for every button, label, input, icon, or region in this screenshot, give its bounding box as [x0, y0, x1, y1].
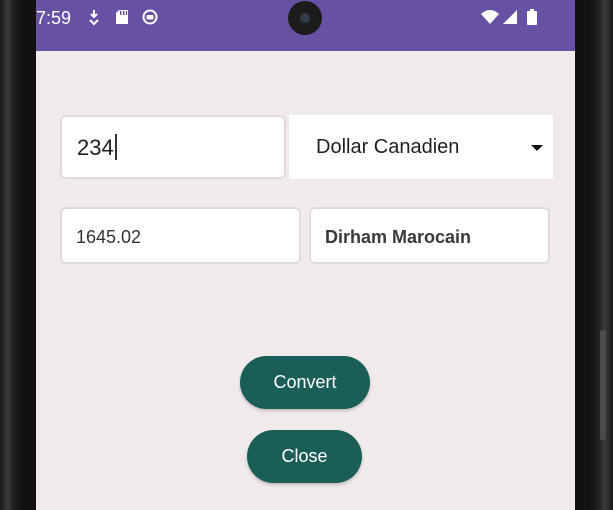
- battery-icon: [527, 9, 537, 25]
- amount-input[interactable]: 234: [60, 115, 286, 179]
- amount-input-value: 234: [77, 134, 117, 162]
- result-value: 1645.02: [76, 227, 142, 247]
- status-time: 7:59: [36, 8, 72, 28]
- status-bar: 7:59: [36, 0, 575, 51]
- app-screen: 7:59 234 Dollar Canadien 1645.02 Dirham …: [36, 0, 575, 510]
- phone-side-button: [600, 330, 606, 440]
- front-camera: [288, 1, 322, 35]
- text-cursor: [114, 134, 117, 160]
- download-icon: [89, 10, 99, 26]
- wifi-icon: [481, 10, 499, 24]
- source-currency-selected: Dollar Canadien: [316, 136, 460, 158]
- result-field[interactable]: 1645.02: [60, 207, 301, 264]
- source-currency-dropdown[interactable]: Dollar Canadien: [289, 115, 553, 179]
- convert-button[interactable]: Convert: [240, 356, 370, 409]
- dropdown-arrow-icon[interactable]: [521, 115, 553, 179]
- target-currency-value: Dirham Marocain: [325, 227, 472, 247]
- sd-card-icon: [116, 10, 128, 24]
- target-currency-field[interactable]: Dirham Marocain: [309, 207, 550, 264]
- close-button[interactable]: Close: [247, 430, 362, 483]
- app-notification-icon: [142, 9, 158, 25]
- cellular-signal-icon: [503, 10, 517, 24]
